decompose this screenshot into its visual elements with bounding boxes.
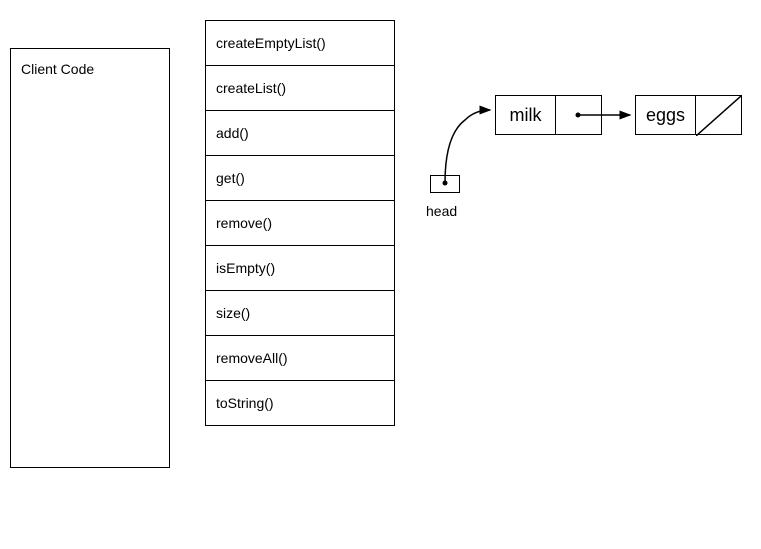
head-pointer-box xyxy=(430,175,460,193)
method-cell: remove() xyxy=(206,201,394,246)
method-cell: createList() xyxy=(206,66,394,111)
client-code-label: Client Code xyxy=(21,61,159,77)
method-cell: createEmptyList() xyxy=(206,21,394,66)
node-value: milk xyxy=(496,96,556,134)
method-cell: toString() xyxy=(206,381,394,425)
method-cell: isEmpty() xyxy=(206,246,394,291)
client-code-box: Client Code xyxy=(10,48,170,468)
method-cell: get() xyxy=(206,156,394,201)
method-cell: add() xyxy=(206,111,394,156)
head-label: head xyxy=(426,203,457,219)
method-cell: removeAll() xyxy=(206,336,394,381)
method-cell: size() xyxy=(206,291,394,336)
null-terminator-icon xyxy=(696,96,741,136)
node-terminator xyxy=(696,96,741,134)
methods-list: createEmptyList() createList() add() get… xyxy=(205,20,395,426)
node-next-pointer xyxy=(556,96,601,134)
list-node: milk xyxy=(495,95,602,135)
list-node: eggs xyxy=(635,95,742,135)
node-value: eggs xyxy=(636,96,696,134)
